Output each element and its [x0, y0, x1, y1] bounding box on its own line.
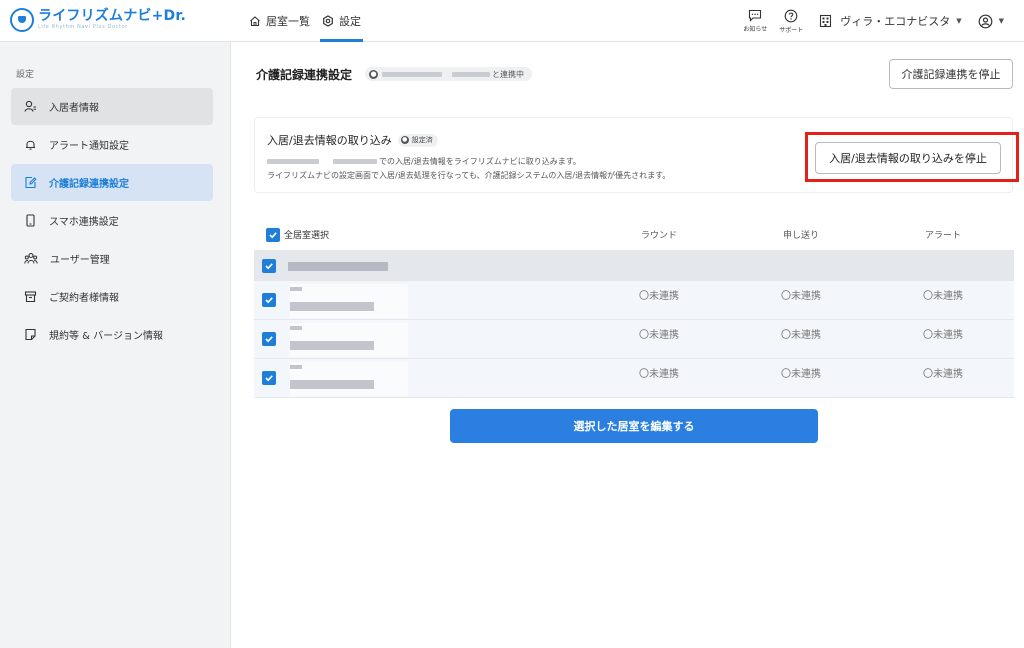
link-icon: ●	[369, 69, 378, 79]
sidebar-heading: 設定	[16, 70, 35, 80]
page-title: 介護記録連携設定	[256, 68, 353, 82]
notifications-button[interactable]: お知らせ	[743, 9, 767, 33]
import-description-line1: での入居/退去情報をライフリズムナビに取り込みます。	[379, 157, 581, 166]
sidebar-item-contract-info[interactable]: ご契約者様情報	[11, 278, 213, 315]
chevron-down-icon: ▼	[998, 17, 1004, 25]
round-status: 〇未連携	[639, 330, 679, 341]
smartphone-icon	[26, 214, 35, 227]
alert-status: 〇未連携	[923, 330, 963, 341]
sidebar-item-label: 入居者情報	[49, 103, 99, 114]
top-header: ライフリズムナビ+Dr. Life Rhythm Navi Plus Docto…	[0, 0, 1024, 42]
alert-status: 〇未連携	[923, 369, 963, 380]
sidebar-item-terms-version[interactable]: 規約等 & バージョン情報	[11, 316, 213, 353]
handover-status: 〇未連携	[781, 330, 821, 341]
chevron-down-icon: ▼	[956, 17, 962, 25]
sidebar-item-label: 介護記録連携設定	[49, 179, 129, 190]
notifications-label: お知らせ	[743, 26, 768, 33]
nav-room-list-label: 居室一覧	[266, 15, 310, 28]
status-badge-label: 設定済	[411, 136, 433, 144]
stop-care-record-integration-button[interactable]: 介護記録連携を停止	[889, 59, 1013, 89]
column-header-alert: アラート	[924, 231, 961, 241]
redacted-system-name	[382, 71, 442, 77]
connection-status-label: と連携中	[492, 69, 524, 79]
archive-icon	[24, 291, 37, 303]
person-icon	[24, 100, 36, 112]
room-checkbox[interactable]	[262, 293, 276, 307]
redacted-text	[267, 159, 319, 164]
redacted-room-name	[290, 362, 408, 396]
user-menu[interactable]: ▼	[978, 14, 1004, 29]
sidebar-item-label: ご契約者様情報	[49, 293, 119, 304]
table-row: 〇未連携 〇未連携 〇未連携	[254, 359, 1014, 398]
room-checkbox[interactable]	[262, 371, 276, 385]
top-nav: 居室一覧 設定	[247, 0, 371, 42]
checkbox-checked-icon	[266, 227, 280, 242]
import-description-line2: ライフリズムナビの設定画面で入居/退去処理を行なっても、介護記録システムの入居/…	[267, 171, 671, 180]
table-row: 〇未連携 〇未連携 〇未連携	[254, 320, 1014, 359]
brand-name: ライフリズムナビ+Dr.	[38, 8, 186, 24]
nav-room-list[interactable]: 居室一覧	[247, 0, 312, 42]
connection-status-badge: ● と連携中	[365, 67, 532, 81]
check-icon: ●	[400, 136, 409, 144]
brand-logo-icon	[10, 8, 34, 32]
brand-subtitle: Life Rhythm Navi Plus Doctor	[38, 24, 128, 30]
redacted-text	[333, 159, 377, 164]
column-header-handover: 申し送り	[782, 231, 819, 241]
sidebar-item-care-record[interactable]: 介護記録連携設定	[11, 164, 213, 201]
nav-settings[interactable]: 設定	[320, 0, 363, 42]
status-badge: ● 設定済	[397, 133, 438, 147]
redacted-group-name	[288, 261, 388, 271]
redacted-room-name	[290, 323, 408, 357]
facility-name: ヴィラ・エコナビスタ	[840, 15, 951, 28]
sidebar-item-alert-settings[interactable]: アラート通知設定	[11, 126, 213, 163]
column-header-round: ラウンド	[640, 231, 677, 241]
users-icon	[24, 252, 38, 264]
sidebar-item-label: スマホ連携設定	[49, 217, 119, 228]
alert-status: 〇未連携	[923, 291, 963, 302]
sidebar-item-smartphone[interactable]: スマホ連携設定	[11, 202, 213, 239]
user-avatar-icon	[978, 14, 993, 28]
round-status: 〇未連携	[639, 291, 679, 302]
floor-group-row	[254, 251, 1014, 281]
brand-logo[interactable]: ライフリズムナビ+Dr. Life Rhythm Navi Plus Docto…	[10, 8, 186, 32]
support-label: サポート	[779, 26, 804, 34]
home-icon	[250, 16, 260, 27]
support-button[interactable]: サポート	[779, 9, 803, 34]
building-icon	[820, 14, 832, 28]
help-icon	[784, 9, 798, 22]
main-content: 介護記録連携設定 ● と連携中 介護記録連携を停止 入居/退去情報の取り込み ●…	[231, 42, 1024, 648]
group-checkbox[interactable]	[262, 259, 276, 273]
nav-settings-label: 設定	[339, 15, 361, 28]
select-all-checkbox[interactable]: 全居室選択	[266, 227, 330, 242]
handover-status: 〇未連携	[781, 369, 821, 380]
table-row: 〇未連携 〇未連携 〇未連携	[254, 281, 1014, 320]
document-icon	[25, 328, 36, 341]
edit-selected-rooms-button[interactable]: 選択した居室を編集する	[450, 409, 818, 443]
sidebar-item-residents[interactable]: 入居者情報	[11, 88, 213, 125]
select-all-label: 全居室選択	[284, 231, 330, 241]
table-header: 全居室選択 ラウンド 申し送り アラート	[254, 219, 1014, 251]
sidebar: 設定 入居者情報 アラート通知設定 介護記録連携設定 スマホ連携設定 ユーザー管…	[0, 42, 231, 648]
message-icon	[749, 9, 762, 22]
sidebar-item-label: 規約等 & バージョン情報	[49, 331, 163, 342]
highlight-box	[805, 132, 1019, 182]
round-status: 〇未連携	[639, 369, 679, 380]
import-card-title: 入居/退去情報の取り込み	[267, 134, 392, 147]
edit-document-icon	[25, 176, 37, 189]
handover-status: 〇未連携	[781, 291, 821, 302]
redacted-room-name	[290, 284, 408, 318]
sidebar-item-label: ユーザー管理	[50, 255, 110, 266]
room-checkbox[interactable]	[262, 332, 276, 346]
redacted-system-name	[452, 71, 490, 77]
facility-selector[interactable]: ヴィラ・エコナビスタ ▼	[819, 13, 962, 29]
sidebar-item-label: アラート通知設定	[49, 141, 129, 152]
sidebar-item-user-management[interactable]: ユーザー管理	[11, 240, 213, 277]
bell-icon	[26, 140, 35, 150]
gear-icon	[323, 15, 333, 27]
